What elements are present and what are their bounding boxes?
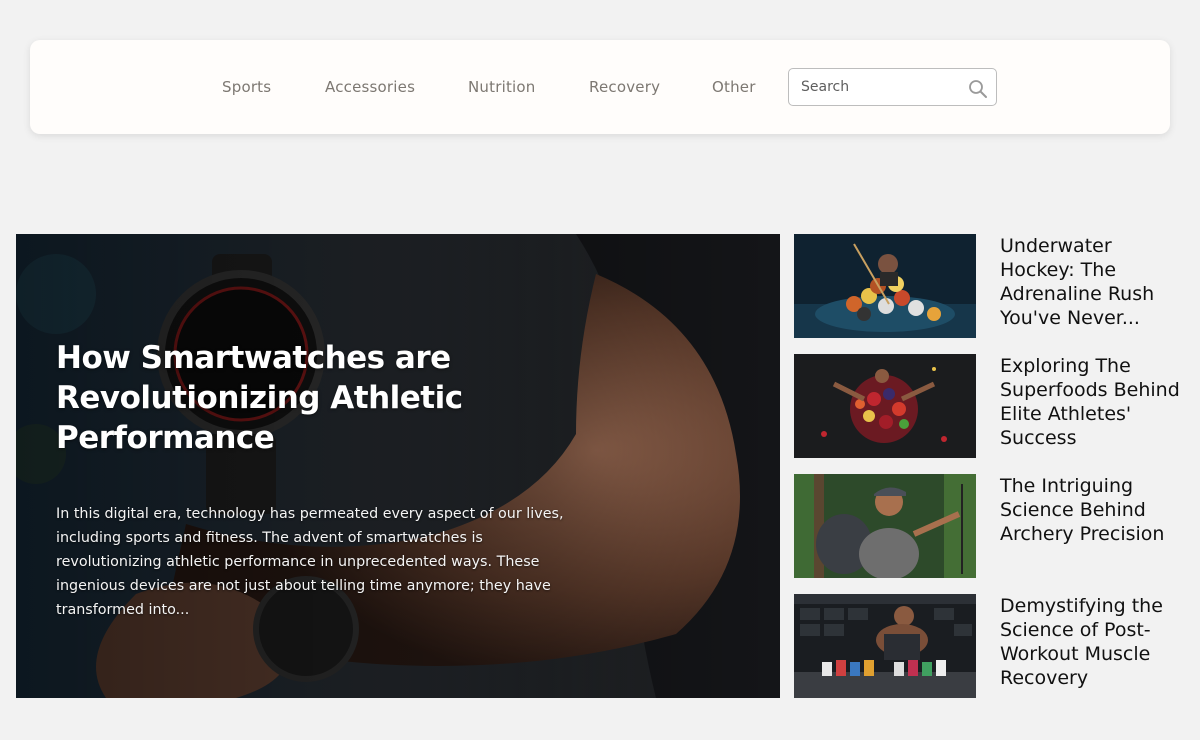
nav-item-nutrition[interactable]: Nutrition [468,78,535,96]
search-box [788,68,997,106]
nav-menu: Sports Accessories Nutrition Recovery Ot… [30,40,1170,134]
side-article[interactable]: Demystifying the Science of Post-Workout… [794,594,1194,698]
side-article[interactable]: Exploring The Superfoods Behind Elite At… [794,354,1194,458]
side-article[interactable]: The Intriguing Science Behind Archery Pr… [794,474,1194,578]
side-article-title[interactable]: Underwater Hockey: The Adrenaline Rush Y… [1000,234,1190,330]
featured-article-excerpt: In this digital era, technology has perm… [56,506,564,618]
nav-item-recovery[interactable]: Recovery [589,78,660,96]
top-navbar: Sports Accessories Nutrition Recovery Ot… [30,40,1170,134]
side-article-title[interactable]: The Intriguing Science Behind Archery Pr… [1000,474,1190,546]
featured-article-title[interactable]: How Smartwatches are Revolutionizing Ath… [56,338,576,458]
side-article-thumbnail[interactable] [794,474,976,578]
featured-article-text: How Smartwatches are Revolutionizing Ath… [56,338,576,622]
side-article-thumbnail[interactable] [794,234,976,338]
side-article-title[interactable]: Demystifying the Science of Post-Workout… [1000,594,1190,690]
nav-item-other[interactable]: Other [712,78,756,96]
side-article-thumbnail[interactable] [794,354,976,458]
side-article-title[interactable]: Exploring The Superfoods Behind Elite At… [1000,354,1190,450]
search-input[interactable] [789,69,959,105]
nav-item-accessories[interactable]: Accessories [325,78,415,96]
featured-article[interactable]: How Smartwatches are Revolutionizing Ath… [16,234,780,698]
side-article[interactable]: Underwater Hockey: The Adrenaline Rush Y… [794,234,1194,338]
search-icon[interactable] [968,79,988,99]
side-article-thumbnail[interactable] [794,594,976,698]
nav-item-sports[interactable]: Sports [222,78,271,96]
